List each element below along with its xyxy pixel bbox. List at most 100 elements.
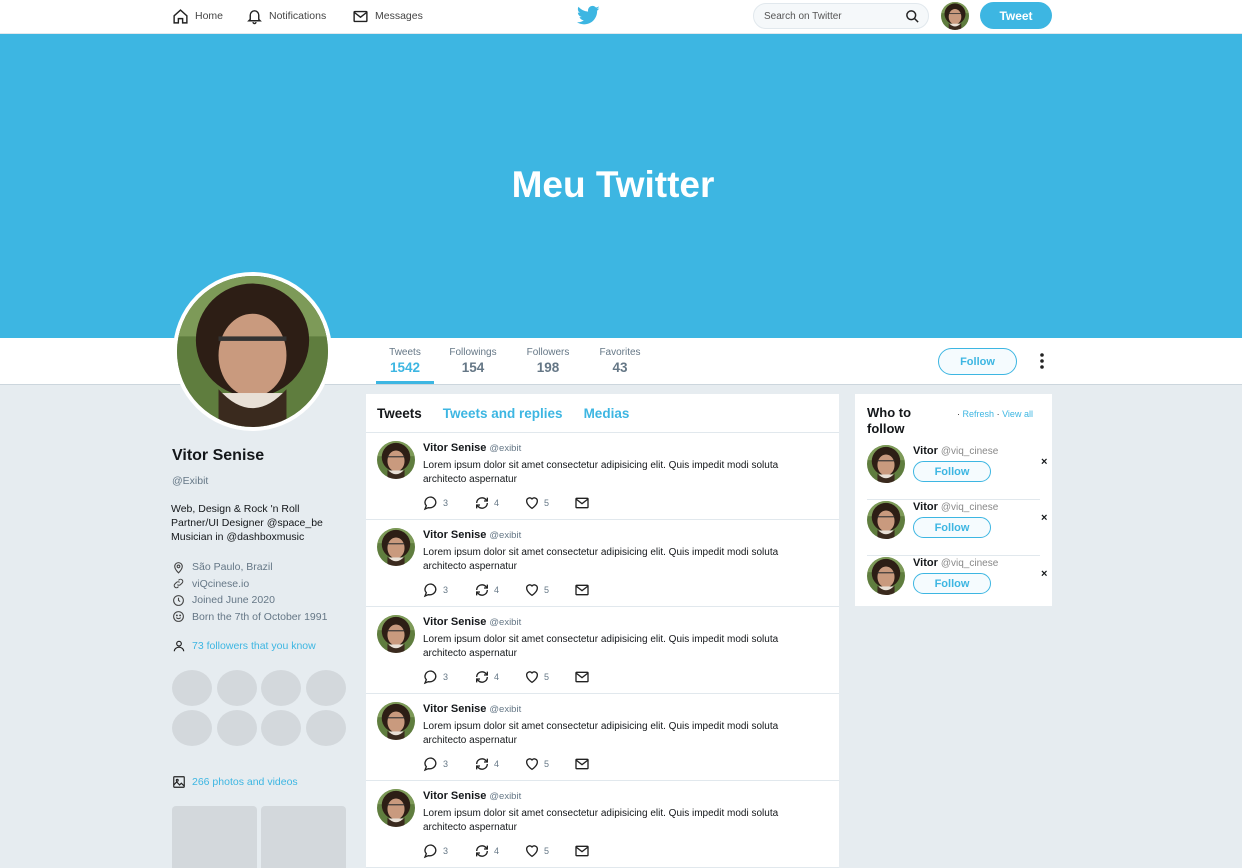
photos-videos-link[interactable]: 266 photos and videos xyxy=(172,775,298,789)
tweet-author-handle[interactable]: @exibit xyxy=(489,791,521,802)
message-button[interactable] xyxy=(574,495,590,511)
tweet-avatar[interactable] xyxy=(377,615,415,653)
follower-avatar-placeholder[interactable] xyxy=(216,670,257,706)
more-vertical-icon[interactable] xyxy=(1034,351,1050,371)
followers-you-know-text[interactable]: 73 followers that you know xyxy=(192,640,316,652)
stat-followers[interactable]: Followers 198 xyxy=(520,338,576,384)
suggestion-handle[interactable]: @viq_cinese xyxy=(941,446,998,457)
reply-button[interactable]: 3 xyxy=(423,582,474,598)
followers-you-know-link[interactable]: 73 followers that you know xyxy=(172,639,316,653)
tweet-button[interactable]: Tweet xyxy=(980,2,1052,29)
tweet-author-name[interactable]: Vitor Senise xyxy=(423,442,486,454)
reply-button[interactable]: 3 xyxy=(423,495,474,511)
stat-favorites[interactable]: Favorites 43 xyxy=(593,338,647,384)
tweet-avatar[interactable] xyxy=(377,528,415,566)
follower-avatar-placeholder[interactable] xyxy=(305,710,346,746)
profile-joined-text: Joined June 2020 xyxy=(192,594,275,607)
message-button[interactable] xyxy=(574,669,590,685)
tab-tweets[interactable]: Tweets xyxy=(377,406,422,421)
suggestion-name[interactable]: Vitor xyxy=(913,557,938,569)
follower-avatar-placeholder[interactable] xyxy=(172,710,212,746)
close-icon[interactable]: × xyxy=(1041,568,1047,580)
who-to-follow-item: Vitor @viq_cinese Follow × xyxy=(867,444,1047,500)
follower-avatar-placeholder[interactable] xyxy=(305,670,346,706)
profile-birthday: Born the 7th of October 1991 xyxy=(172,609,327,626)
person-icon xyxy=(173,640,185,652)
refresh-link[interactable]: Refresh xyxy=(963,409,995,419)
follower-avatar-placeholder[interactable] xyxy=(261,670,301,706)
tweet-author-handle[interactable]: @exibit xyxy=(489,530,521,541)
search-input[interactable] xyxy=(764,10,905,22)
tweet-author-name[interactable]: Vitor Senise xyxy=(423,616,486,628)
tweet-author-name[interactable]: Vitor Senise xyxy=(423,529,486,541)
nav-avatar[interactable] xyxy=(941,2,969,30)
retweet-button[interactable]: 4 xyxy=(474,756,524,772)
profile-banner: Meu Twitter xyxy=(0,34,1242,338)
tweet-avatar[interactable] xyxy=(377,789,415,827)
suggestion-follow-button[interactable]: Follow xyxy=(913,517,991,538)
message-button[interactable] xyxy=(574,582,590,598)
media-thumbnail[interactable] xyxy=(172,806,257,868)
suggestion-follow-button[interactable]: Follow xyxy=(913,461,991,482)
tweet-text: Lorem ipsum dolor sit amet consectetur a… xyxy=(423,547,779,572)
stat-tweets-label: Tweets xyxy=(389,347,421,358)
photos-videos-text[interactable]: 266 photos and videos xyxy=(192,776,298,788)
tweet-actions: 3 4 5 xyxy=(423,495,590,511)
close-icon[interactable]: × xyxy=(1041,456,1047,468)
like-button[interactable]: 5 xyxy=(524,582,574,598)
tweet-author-handle[interactable]: @exibit xyxy=(489,704,521,715)
close-icon[interactable]: × xyxy=(1041,512,1047,524)
suggestion-avatar[interactable] xyxy=(867,557,905,595)
tweet-author-handle[interactable]: @exibit xyxy=(489,443,521,454)
retweet-button[interactable]: 4 xyxy=(474,495,524,511)
stat-followings[interactable]: Followings 154 xyxy=(444,338,502,384)
tweet-item[interactable]: Vitor Senise @exibit Lorem ipsum dolor si… xyxy=(366,694,839,781)
follower-avatar-placeholder[interactable] xyxy=(216,710,257,746)
tweet-avatar[interactable] xyxy=(377,441,415,479)
suggestion-name[interactable]: Vitor xyxy=(913,445,938,457)
suggestion-follow-button[interactable]: Follow xyxy=(913,573,991,594)
nav-home[interactable]: Home xyxy=(172,0,223,32)
follower-avatar-placeholder[interactable] xyxy=(172,670,212,706)
retweet-button[interactable]: 4 xyxy=(474,669,524,685)
tab-tweets-and-replies[interactable]: Tweets and replies xyxy=(443,406,563,421)
like-button[interactable]: 5 xyxy=(524,495,574,511)
tweet-item[interactable]: Vitor Senise @exibit Lorem ipsum dolor si… xyxy=(366,781,839,868)
suggestion-handle[interactable]: @viq_cinese xyxy=(941,558,998,569)
reply-button[interactable]: 3 xyxy=(423,756,474,772)
media-thumbnail[interactable] xyxy=(261,806,346,868)
retweet-button[interactable]: 4 xyxy=(474,843,524,859)
message-button[interactable] xyxy=(574,756,590,772)
tweet-item[interactable]: Vitor Senise @exibit Lorem ipsum dolor si… xyxy=(366,433,839,520)
tweet-avatar[interactable] xyxy=(377,702,415,740)
tweet-author-name[interactable]: Vitor Senise xyxy=(423,703,486,715)
tab-medias[interactable]: Medias xyxy=(584,406,630,421)
stat-tweets[interactable]: Tweets 1542 xyxy=(376,338,434,384)
suggestion-handle[interactable]: @viq_cinese xyxy=(941,502,998,513)
message-button[interactable] xyxy=(574,843,590,859)
search-icon[interactable] xyxy=(905,9,920,24)
view-all-link[interactable]: View all xyxy=(1002,409,1033,419)
retweet-button[interactable]: 4 xyxy=(474,582,524,598)
like-button[interactable]: 5 xyxy=(524,843,574,859)
profile-avatar[interactable] xyxy=(173,272,332,431)
profile-follow-button[interactable]: Follow xyxy=(938,348,1017,375)
reply-button[interactable]: 3 xyxy=(423,843,474,859)
tweet-item[interactable]: Vitor Senise @exibit Lorem ipsum dolor si… xyxy=(366,607,839,694)
reply-button[interactable]: 3 xyxy=(423,669,474,685)
nav-notifications[interactable]: Notifications xyxy=(246,0,326,32)
like-button[interactable]: 5 xyxy=(524,756,574,772)
suggestion-avatar[interactable] xyxy=(867,445,905,483)
heart-icon xyxy=(526,758,538,771)
tweet-item[interactable]: Vitor Senise @exibit Lorem ipsum dolor si… xyxy=(366,520,839,607)
profile-website-text[interactable]: viQcinese.io xyxy=(192,578,249,590)
tweet-author-handle[interactable]: @exibit xyxy=(489,617,521,628)
twitter-bird-icon[interactable] xyxy=(577,5,600,26)
nav-messages[interactable]: Messages xyxy=(352,0,423,32)
profile-website[interactable]: viQcinese.io xyxy=(172,576,327,593)
follower-avatar-placeholder[interactable] xyxy=(261,710,301,746)
suggestion-name[interactable]: Vitor xyxy=(913,501,938,513)
like-button[interactable]: 5 xyxy=(524,669,574,685)
tweet-author-name[interactable]: Vitor Senise xyxy=(423,790,486,802)
suggestion-avatar[interactable] xyxy=(867,501,905,539)
